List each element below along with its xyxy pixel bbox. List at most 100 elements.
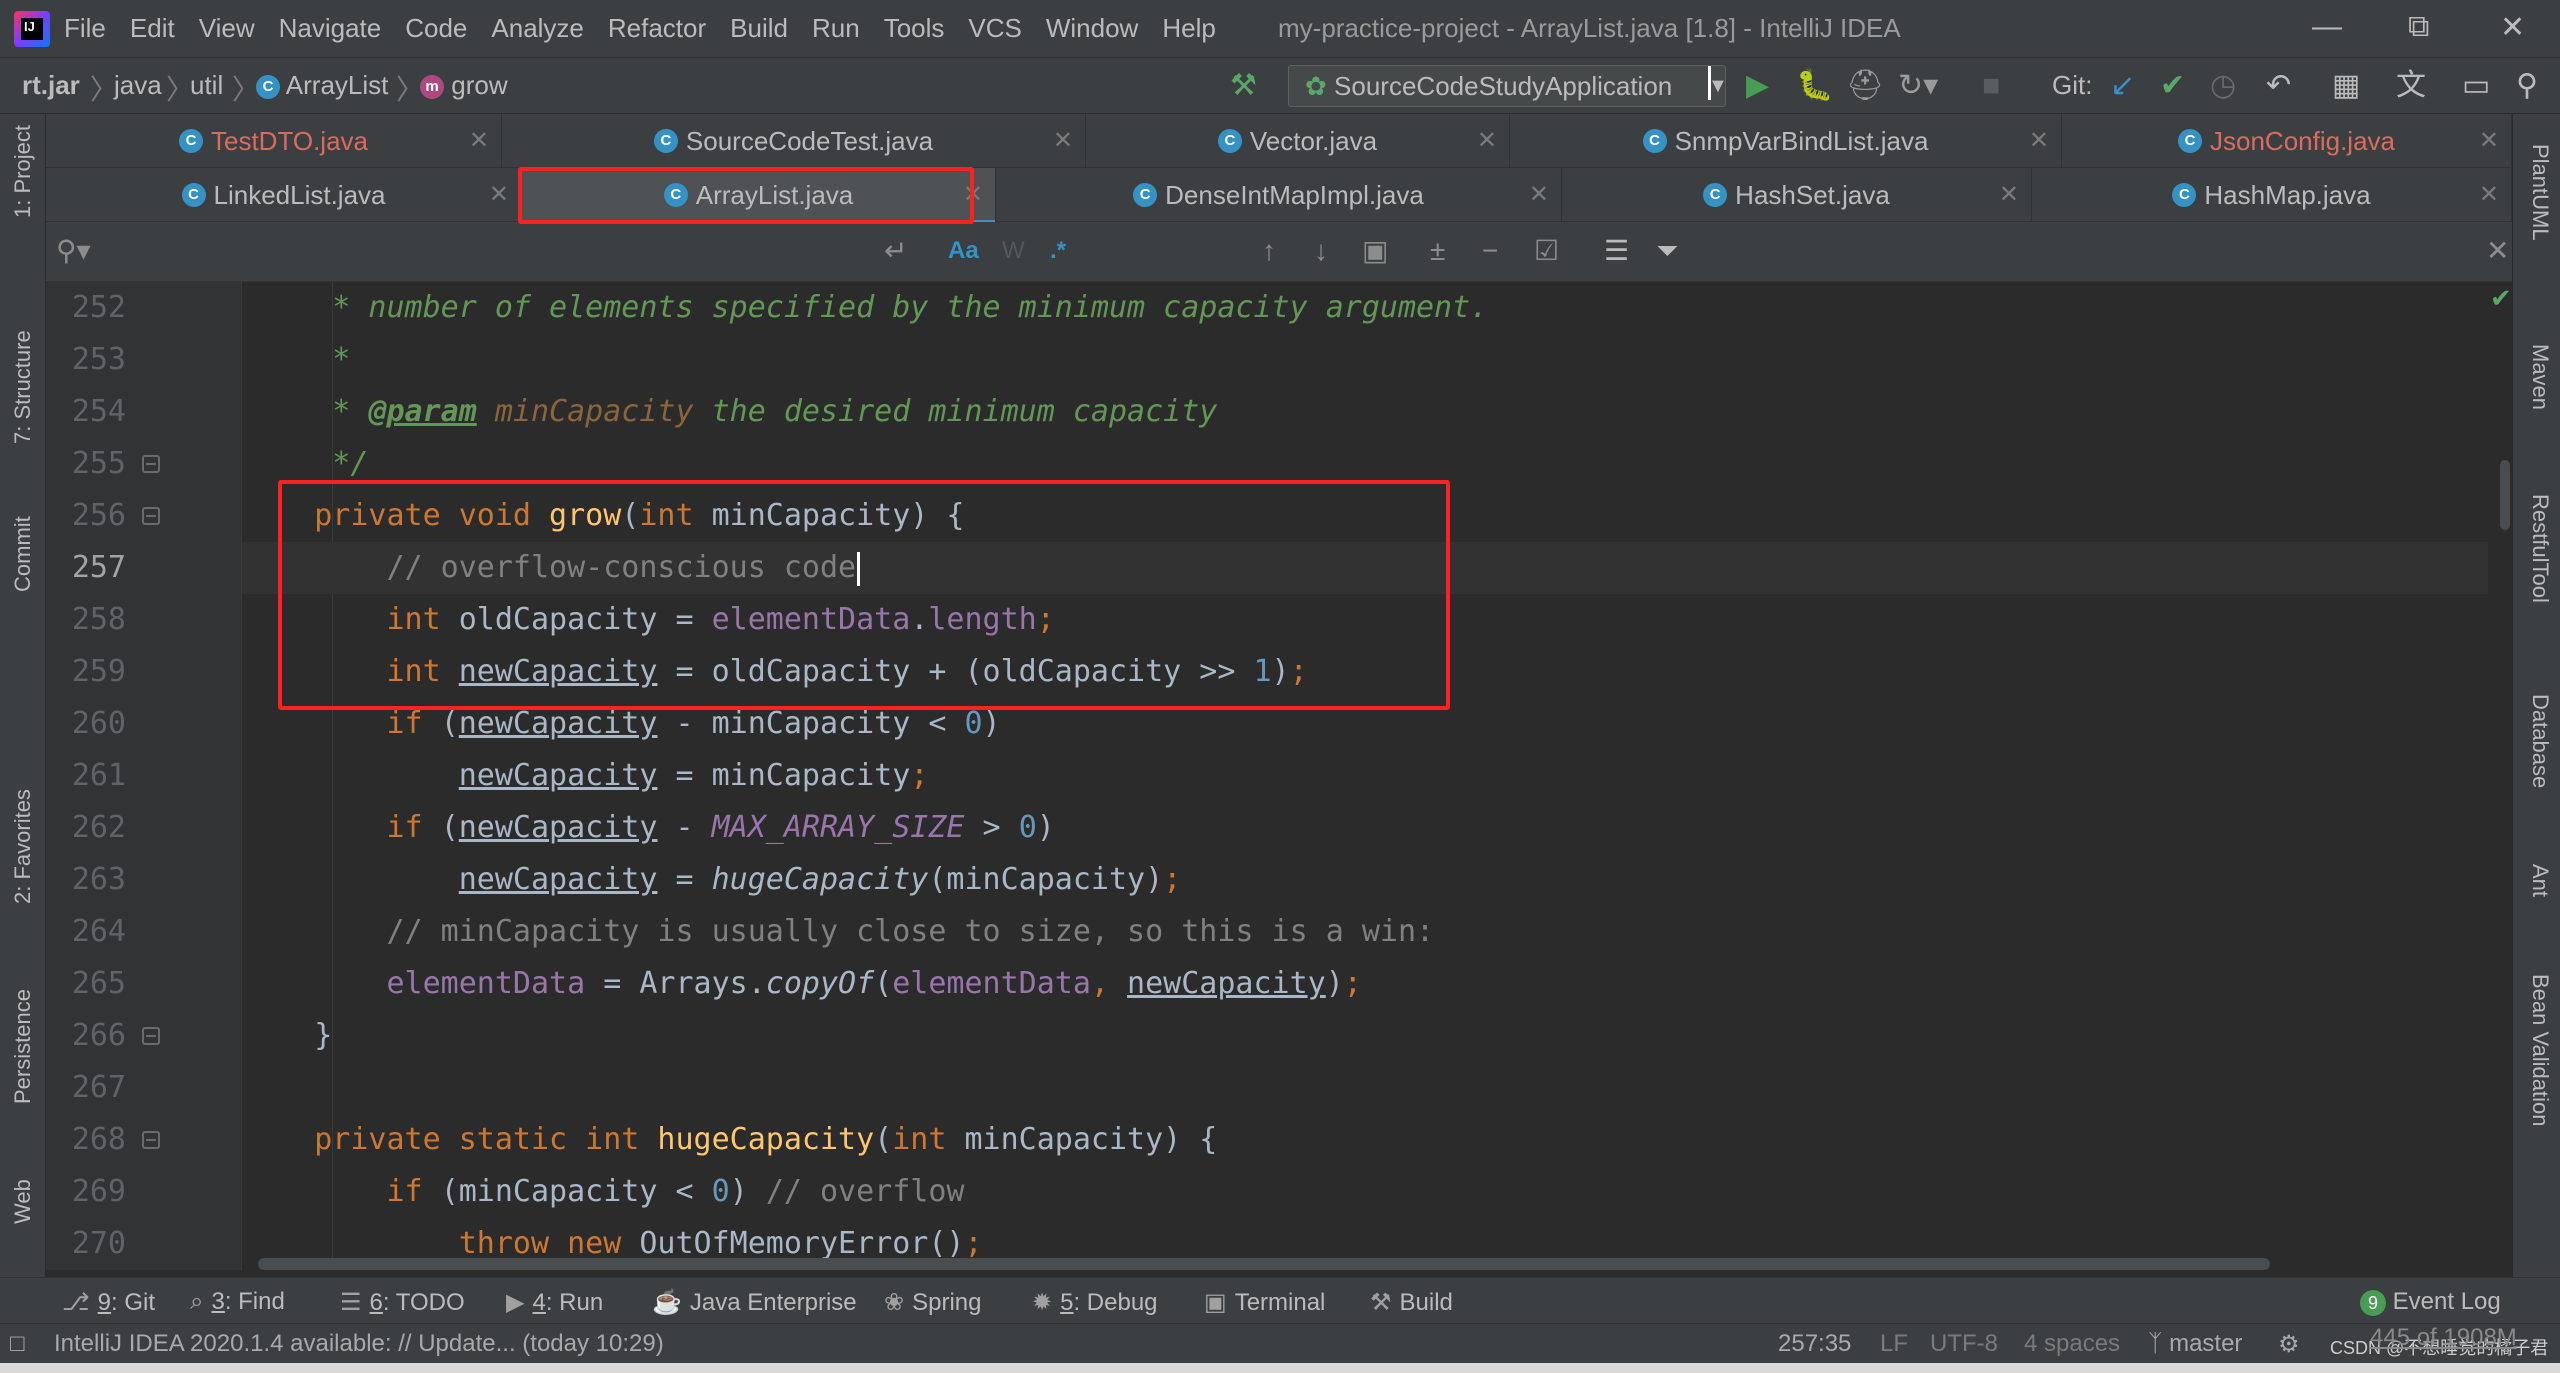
status-toggle-icon[interactable]: □ <box>10 1330 25 1358</box>
select-all-occurrences-icon[interactable]: ▣ <box>1362 236 1388 266</box>
line-number[interactable]: 261 <box>46 758 126 793</box>
fold-marker-icon[interactable] <box>142 455 160 473</box>
line-separator[interactable]: LF <box>1880 1330 1908 1358</box>
tool-button-build[interactable]: ⚒ Build <box>1370 1288 1453 1317</box>
line-number[interactable]: 256 <box>46 498 126 533</box>
fold-marker-icon[interactable] <box>142 1131 160 1149</box>
menu-refactor[interactable]: Refactor <box>608 13 706 44</box>
indent-setting[interactable]: 4 spaces <box>2024 1330 2120 1358</box>
fold-marker-icon[interactable] <box>142 507 160 525</box>
tab-vector[interactable]: C Vector.java ✕ <box>1086 114 1510 168</box>
line-number[interactable]: 253 <box>46 342 126 377</box>
tool-structure[interactable]: 7: Structure <box>10 330 36 444</box>
tab-hashset[interactable]: C HashSet.java ✕ <box>1562 168 2032 222</box>
vcs-commit-icon[interactable]: ✔ <box>2160 68 2185 104</box>
breadcrumb-class[interactable]: C ArrayList <box>256 70 388 101</box>
breadcrumb-method[interactable]: m grow <box>420 70 508 101</box>
close-tab-icon[interactable]: ✕ <box>963 180 983 209</box>
close-find-icon[interactable]: ✕ <box>2486 236 2509 266</box>
line-number[interactable]: 270 <box>46 1226 126 1261</box>
restore-icon[interactable]: ⧉ <box>2408 10 2429 44</box>
build-hammer-icon[interactable]: ⚒ <box>1230 68 1257 104</box>
words-toggle[interactable]: W <box>1002 236 1025 266</box>
close-tab-icon[interactable]: ✕ <box>1999 180 2019 209</box>
breadcrumb-jar[interactable]: rt.jar <box>22 70 80 101</box>
code-editor[interactable]: * number of elements specified by the mi… <box>242 282 2488 1270</box>
vcs-history-icon[interactable]: ◷ <box>2210 68 2236 104</box>
tab-arraylist[interactable]: C ArrayList.java ✕ <box>522 168 996 224</box>
menu-tools[interactable]: Tools <box>884 13 945 44</box>
tool-web[interactable]: Web <box>10 1179 36 1224</box>
tool-button-run[interactable]: ▶ 4: Run <box>506 1288 603 1317</box>
search-icon[interactable]: ⚲▾ <box>56 236 91 266</box>
code-line[interactable]: * @param minCapacity the desired minimum… <box>242 386 2488 438</box>
line-number[interactable]: 260 <box>46 706 126 741</box>
menu-navigate[interactable]: Navigate <box>279 13 382 44</box>
code-line[interactable]: int oldCapacity = elementData.length; <box>242 594 2488 646</box>
search-everywhere-icon[interactable]: ⚲ <box>2516 68 2538 104</box>
memory-indicator[interactable]: 445 of 1908M <box>2370 1324 2517 1352</box>
profiler-icon[interactable]: ↻▾ <box>1898 68 1938 104</box>
menu-vcs[interactable]: VCS <box>968 13 1021 44</box>
close-tab-icon[interactable]: ✕ <box>1053 126 1073 155</box>
menu-help[interactable]: Help <box>1162 13 1215 44</box>
code-line[interactable]: private void grow(int minCapacity) { <box>242 490 2488 542</box>
line-number[interactable]: 259 <box>46 654 126 689</box>
new-line-icon[interactable]: ↵ <box>884 236 907 266</box>
git-branch[interactable]: ᛉ master <box>2148 1330 2242 1358</box>
rollback-icon[interactable]: ↶ <box>2266 68 2291 104</box>
tool-button-debug[interactable]: ✹ 5: Debug <box>1032 1288 1158 1317</box>
code-line[interactable]: int newCapacity = oldCapacity + (oldCapa… <box>242 646 2488 698</box>
menu-build[interactable]: Build <box>730 13 788 44</box>
code-line[interactable]: if (minCapacity < 0) // overflow <box>242 1166 2488 1218</box>
coverage-icon[interactable]: ⛑ <box>1846 68 1884 104</box>
tool-button-todo[interactable]: ☰ 6: TODO <box>340 1288 465 1317</box>
tool-button-javaenterprise[interactable]: ☕ Java Enterprise <box>652 1288 857 1317</box>
tool-favorites[interactable]: 2: Favorites <box>10 789 36 904</box>
power-save-icon[interactable]: ⚙ <box>2278 1330 2300 1359</box>
code-line[interactable]: // overflow-conscious code <box>242 542 2488 594</box>
next-occurrence-icon[interactable]: ↓ <box>1314 236 1328 266</box>
caret-position[interactable]: 257:35 <box>1778 1330 1851 1358</box>
project-structure-icon[interactable]: ▦ <box>2332 68 2360 104</box>
line-number[interactable]: 252 <box>46 290 126 325</box>
previous-occurrence-icon[interactable]: ↑ <box>1262 236 1276 266</box>
menu-view[interactable]: View <box>199 13 255 44</box>
filter-settings-icon[interactable]: ☰ <box>1604 236 1629 266</box>
tab-hashmap[interactable]: C HashMap.java ✕ <box>2032 168 2512 222</box>
tool-persistence[interactable]: Persistence <box>10 989 36 1104</box>
close-tab-icon[interactable]: ✕ <box>2479 126 2499 155</box>
regex-toggle[interactable]: .* <box>1050 236 1066 266</box>
code-line[interactable]: if (newCapacity - MAX_ARRAY_SIZE > 0) <box>242 802 2488 854</box>
run-icon[interactable]: ▶ <box>1746 68 1769 104</box>
tool-button-find[interactable]: ⌕ 3: Find <box>190 1288 285 1316</box>
menu-file[interactable]: File <box>64 13 106 44</box>
tool-database[interactable]: Database <box>2527 694 2553 788</box>
code-line[interactable]: * number of elements specified by the mi… <box>242 282 2488 334</box>
presentation-icon[interactable]: ▭ <box>2462 68 2490 104</box>
tool-bean-validation[interactable]: Bean Validation <box>2527 974 2553 1127</box>
tool-maven[interactable]: Maven <box>2527 344 2553 410</box>
tool-commit[interactable]: Commit <box>10 516 36 592</box>
remove-occurrence-icon[interactable]: − <box>1482 236 1498 266</box>
tool-button-spring[interactable]: ❀ Spring <box>884 1288 981 1317</box>
menu-edit[interactable]: Edit <box>130 13 175 44</box>
line-number[interactable]: 254 <box>46 394 126 429</box>
tab-snmpvarbindlist[interactable]: C SnmpVarBindList.java ✕ <box>1510 114 2062 168</box>
menu-analyze[interactable]: Analyze <box>491 13 584 44</box>
close-tab-icon[interactable]: ✕ <box>1477 126 1497 155</box>
code-line[interactable]: // minCapacity is usually close to size,… <box>242 906 2488 958</box>
line-number[interactable]: 262 <box>46 810 126 845</box>
line-number[interactable]: 264 <box>46 914 126 949</box>
breadcrumb-java[interactable]: java <box>114 70 162 101</box>
code-line[interactable]: * <box>242 334 2488 386</box>
tab-jsonconfig[interactable]: C JsonConfig.java ✕ <box>2062 114 2512 168</box>
event-log-button[interactable]: 9 Event Log <box>2360 1288 2501 1316</box>
tool-button-git[interactable]: ⎇ 9: Git <box>62 1288 155 1317</box>
close-window-icon[interactable]: ✕ <box>2500 10 2525 45</box>
line-number[interactable]: 266 <box>46 1018 126 1053</box>
code-line[interactable]: */ <box>242 438 2488 490</box>
breadcrumb-util[interactable]: util <box>190 70 223 101</box>
menu-code[interactable]: Code <box>405 13 467 44</box>
code-line[interactable]: newCapacity = hugeCapacity(minCapacity); <box>242 854 2488 906</box>
